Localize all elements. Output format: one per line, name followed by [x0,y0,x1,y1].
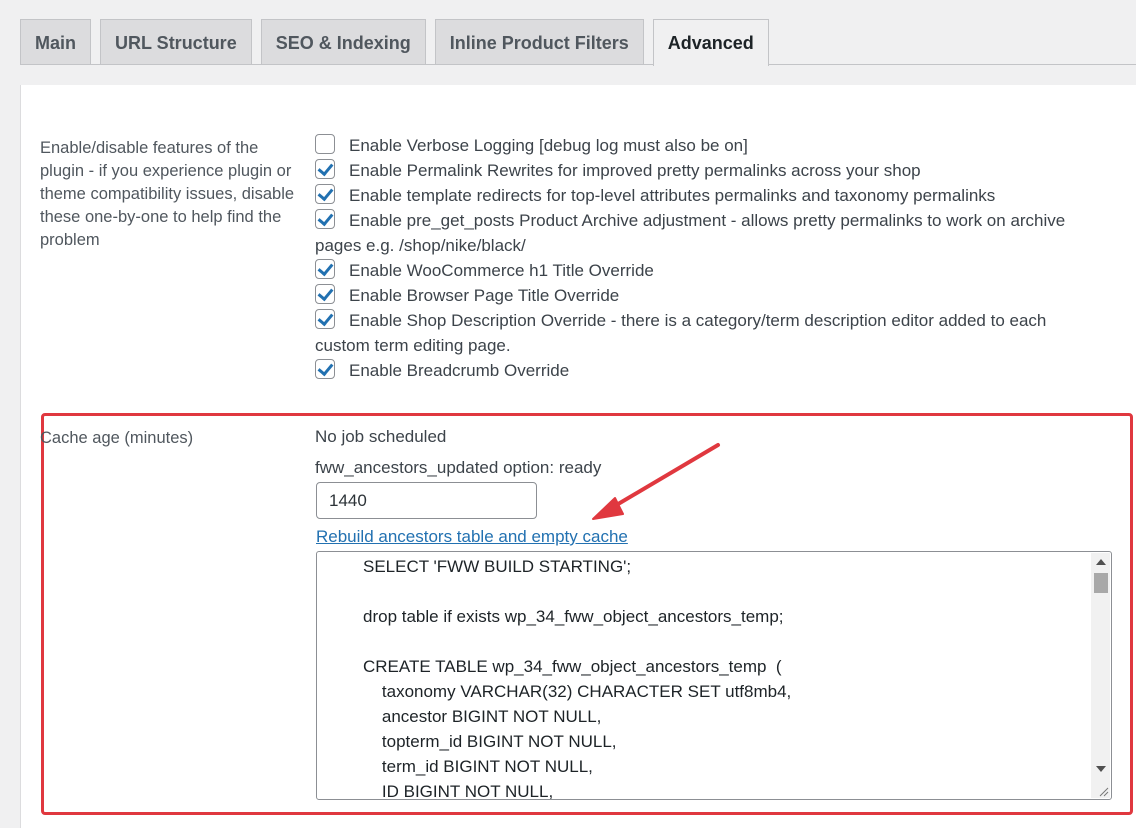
feature-option: Enable Breadcrumb Override [315,358,1105,383]
feature-options: Enable Verbose Logging [debug log must a… [315,133,1105,383]
features-description: Enable/disable features of the plugin - … [40,139,295,249]
job-status: No job scheduled [315,427,447,446]
feature-checkbox[interactable] [315,284,335,304]
feature-checkbox[interactable] [315,184,335,204]
sql-line: CREATE TABLE wp_34_fww_object_ancestors_… [363,657,782,676]
rebuild-cache-link[interactable]: Rebuild ancestors table and empty cache [316,527,628,547]
feature-option: Enable Permalink Rewrites for improved p… [315,158,1105,183]
textarea-scrollbar[interactable] [1091,553,1110,798]
tab-seo-indexing[interactable]: SEO & Indexing [260,19,426,65]
resize-grip-icon[interactable] [1097,785,1109,797]
feature-option: Enable Shop Description Override - there… [315,308,1105,358]
feature-option: Enable Browser Page Title Override [315,283,1105,308]
feature-checkbox[interactable] [315,159,335,179]
tab-divider [20,64,1136,65]
feature-option-label: Enable Verbose Logging [debug log must a… [349,136,748,155]
sql-textarea[interactable]: ID BIGINT NOT NULL, term_id BIGINT NOT N… [316,551,1112,800]
feature-checkbox[interactable] [315,209,335,229]
feature-option-label: Enable pre_get_posts Product Archive adj… [315,211,1066,255]
tab-url-structure[interactable]: URL Structure [100,19,252,65]
sql-line: ID BIGINT NOT NULL, [363,782,554,800]
option-status: fww_ancestors_updated option: ready [315,458,602,477]
scroll-down-icon[interactable] [1096,766,1106,772]
feature-option: Enable WooCommerce h1 Title Override [315,258,1105,283]
feature-option-label: Enable Browser Page Title Override [349,286,620,305]
tab-advanced[interactable]: Advanced [652,19,769,66]
feature-checkbox[interactable] [315,359,335,379]
sql-line: ancestor BIGINT NOT NULL, [363,707,602,726]
feature-option: Enable Verbose Logging [debug log must a… [315,133,1105,158]
settings-panel: Enable/disable features of the plugin - … [20,85,1136,828]
feature-checkbox[interactable] [315,309,335,329]
scroll-thumb[interactable] [1094,573,1108,593]
feature-option: Enable pre_get_posts Product Archive adj… [315,208,1105,258]
cache-age-input[interactable]: 1440 [316,482,537,519]
feature-option-label: Enable template redirects for top-level … [349,186,996,205]
feature-checkbox[interactable] [315,259,335,279]
feature-option: Enable template redirects for top-level … [315,183,1105,208]
sql-line: taxonomy VARCHAR(32) CHARACTER SET utf8m… [363,682,792,701]
cache-age-label: Cache age (minutes) [40,429,194,447]
tab-inline-product-filters[interactable]: Inline Product Filters [434,19,644,65]
sql-line: drop table if exists wp_34_fww_object_an… [363,607,784,626]
feature-option-label: Enable Shop Description Override - there… [315,311,1047,355]
sql-line: SELECT 'FWW BUILD STARTING'; [363,557,632,576]
scroll-up-icon[interactable] [1096,559,1106,565]
tab-main[interactable]: Main [20,19,92,65]
feature-option-label: Enable WooCommerce h1 Title Override [349,261,654,280]
feature-option-label: Enable Permalink Rewrites for improved p… [349,161,921,180]
feature-checkbox[interactable] [315,134,335,154]
settings-tabs: Main URL Structure SEO & Indexing Inline Pr… [20,19,1136,66]
sql-line: topterm_id BIGINT NOT NULL, [363,732,617,751]
sql-line: term_id BIGINT NOT NULL, [363,757,593,776]
feature-option-label: Enable Breadcrumb Override [349,361,570,380]
